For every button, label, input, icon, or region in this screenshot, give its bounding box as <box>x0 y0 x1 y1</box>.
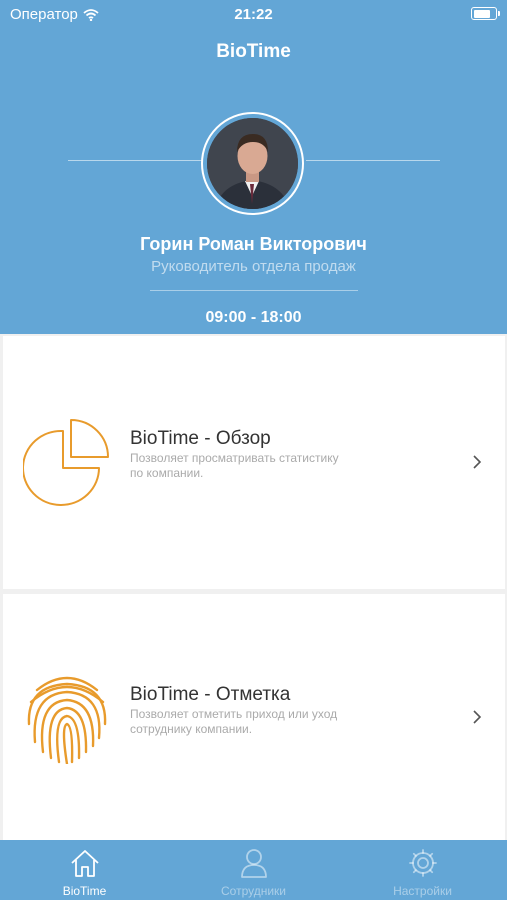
tab-settings-label: Настройки <box>393 884 452 898</box>
work-hours: 09:00 - 18:00 <box>205 309 302 326</box>
tab-employees-label: Сотрудники <box>221 884 286 898</box>
checkin-card-title: BioTime - Отметка <box>130 684 291 705</box>
profile-role: Руководитель отдела продаж <box>151 258 356 275</box>
profile-header: Оператор 21:22 BioTime Горин Роман Викто <box>0 0 507 334</box>
battery-icon <box>471 7 500 20</box>
tab-settings[interactable]: Настройки <box>338 840 507 900</box>
person-icon <box>240 849 267 878</box>
avatar-photo <box>207 118 298 209</box>
battery-level <box>473 9 490 18</box>
checkin-card[interactable]: BioTime - Отметка Позволяет отметить при… <box>3 594 505 840</box>
chevron-right-icon <box>473 455 482 469</box>
overview-card-title: BioTime - Обзор <box>130 428 271 449</box>
status-bar: Оператор 21:22 <box>0 0 507 28</box>
avatar-divider-left <box>68 160 202 161</box>
avatar[interactable] <box>207 118 298 209</box>
chevron-right-icon <box>473 710 482 724</box>
status-time: 21:22 <box>234 6 273 23</box>
checkin-card-description: Позволяет отметить приход или уход сотру… <box>130 707 338 736</box>
tab-biotime[interactable]: BioTime <box>0 840 169 900</box>
tab-employees[interactable]: Сотрудники <box>169 840 338 900</box>
profile-divider <box>150 290 358 291</box>
overview-card-description: Позволяет просматривать статистику по ко… <box>130 451 339 480</box>
tab-biotime-label: BioTime <box>62 884 107 898</box>
home-icon <box>70 850 99 877</box>
app-title: BioTime <box>216 41 291 62</box>
overview-card[interactable]: BioTime - Обзор Позволяет просматривать … <box>3 336 505 589</box>
profile-name: Горин Роман Викторович <box>140 234 367 254</box>
avatar-divider-right <box>306 160 440 161</box>
pie-chart-icon <box>23 419 109 506</box>
fingerprint-icon <box>27 676 107 764</box>
tab-bar: BioTime Сотрудники Настройки <box>0 840 507 900</box>
gear-icon <box>408 849 437 877</box>
